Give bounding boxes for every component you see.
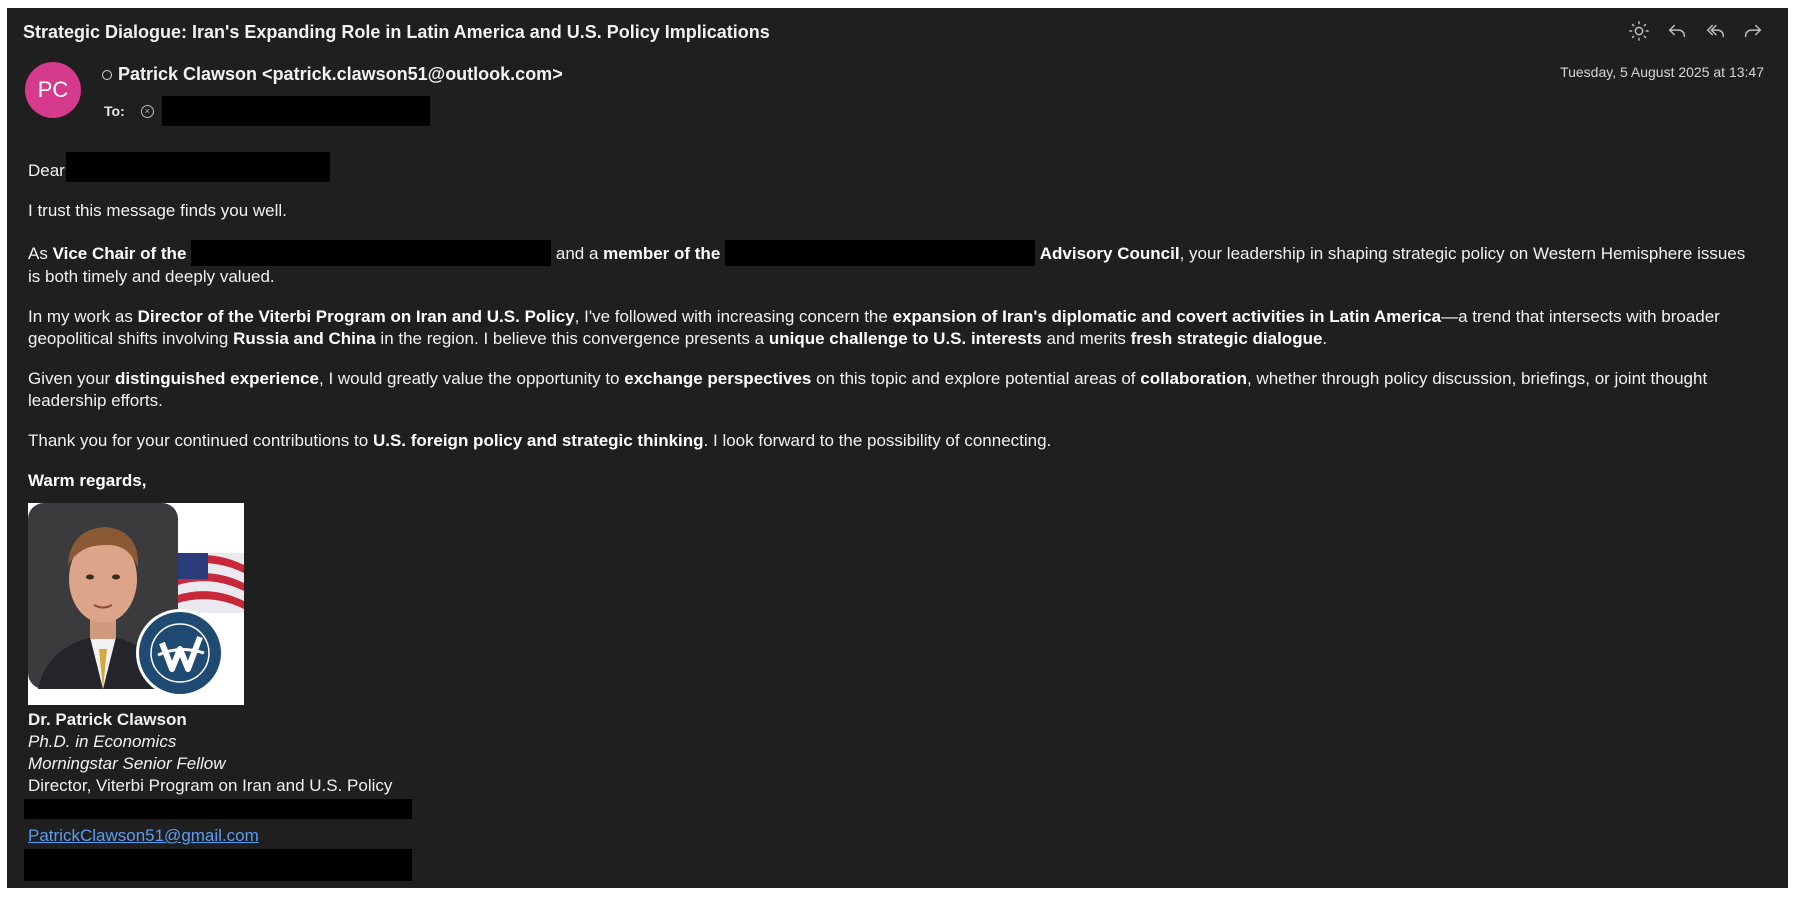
- signature-name: Dr. Patrick Clawson: [28, 710, 187, 729]
- to-label: To:: [104, 103, 125, 119]
- redacted-recipient: [161, 96, 430, 126]
- email-body: Dear I trust this message finds you well…: [28, 152, 1758, 492]
- signature-block: Dr. Patrick Clawson Ph.D. in Economics M…: [24, 709, 412, 887]
- sender-avatar: PC: [25, 62, 81, 118]
- paragraph-5: Thank you for your continued contributio…: [28, 431, 1052, 450]
- forward-icon[interactable]: [1740, 18, 1766, 44]
- paragraph-3: In my work as Director of the Viterbi Pr…: [28, 307, 1720, 348]
- paragraph-4: Given your distinguished experience, I w…: [28, 369, 1708, 410]
- flag-graphic: [178, 553, 244, 613]
- redacted-organization-2: [725, 240, 1036, 266]
- sender-name[interactable]: Patrick Clawson <patrick.clawson51@outlo…: [118, 64, 563, 85]
- paragraph-2: As Vice Chair of the and a member of the…: [28, 240, 1758, 288]
- signature-title: Director, Viterbi Program on Iran and U.…: [28, 776, 393, 795]
- email-reading-pane: Strategic Dialogue: Iran's Expanding Rol…: [7, 8, 1788, 888]
- signature-degree: Ph.D. in Economics: [28, 732, 177, 751]
- sent-date: Tuesday, 5 August 2025 at 13:47: [1560, 64, 1764, 80]
- to-row: To: ×: [104, 96, 430, 126]
- redacted-signature-line-2: [24, 849, 412, 881]
- avatar-initials: PC: [37, 77, 69, 102]
- reply-all-icon[interactable]: [1702, 18, 1728, 44]
- signature-fellow: Morningstar Senior Fellow: [28, 754, 226, 773]
- brightness-icon[interactable]: [1626, 18, 1652, 44]
- presence-icon: [102, 69, 112, 80]
- redacted-signature-line-1: [24, 799, 412, 819]
- signature-email-link[interactable]: PatrickClawson51@gmail.com: [28, 825, 412, 847]
- from-row: Patrick Clawson <patrick.clawson51@outlo…: [102, 64, 563, 85]
- closing: Warm regards,: [28, 471, 147, 490]
- email-subject: Strategic Dialogue: Iran's Expanding Rol…: [23, 22, 770, 42]
- greeting: Dear: [28, 152, 1758, 186]
- institute-seal: [136, 609, 224, 697]
- paragraph-1: I trust this message finds you well.: [28, 201, 287, 220]
- reply-icon[interactable]: [1664, 18, 1690, 44]
- redacted-recipient-name: [66, 152, 330, 182]
- remove-recipient-icon[interactable]: ×: [140, 104, 154, 118]
- message-toolbar: [1626, 18, 1766, 44]
- portrait-image: [28, 503, 244, 697]
- redacted-organization-1: [191, 240, 552, 266]
- signature-photo: [28, 503, 244, 705]
